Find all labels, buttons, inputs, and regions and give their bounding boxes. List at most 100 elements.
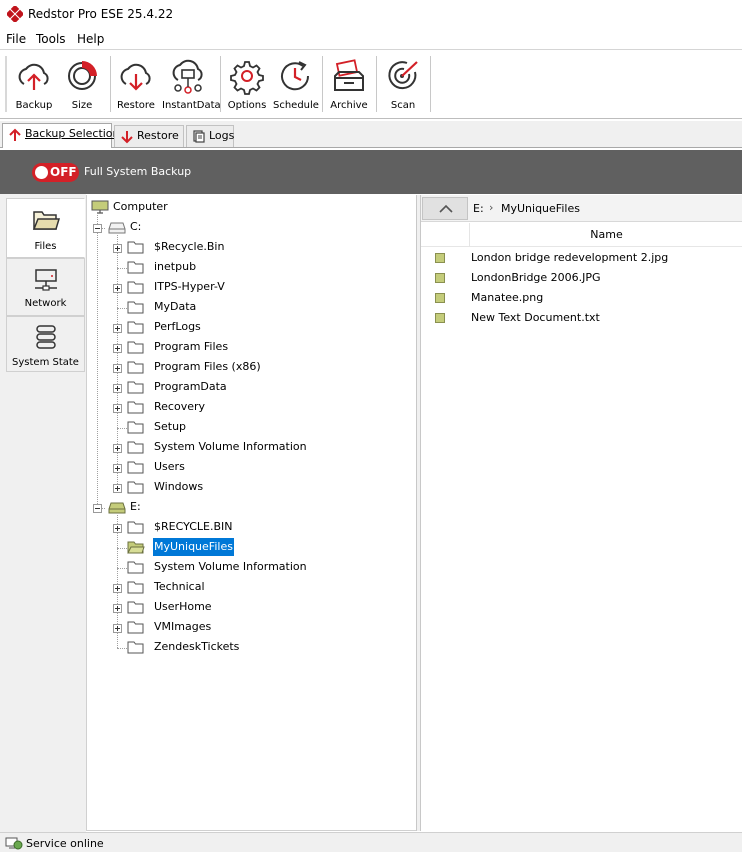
breadcrumb-drive[interactable]: E: xyxy=(473,201,484,216)
file-select-checkbox[interactable] xyxy=(435,273,445,283)
folder-icon xyxy=(127,561,144,574)
tree-node-folder[interactable]: Windows xyxy=(127,478,412,496)
tab-backup-selection[interactable]: Backup Selection xyxy=(2,123,120,148)
tree-node-folder[interactable]: Users xyxy=(127,458,412,476)
tree-node-drive-c[interactable]: C: xyxy=(108,218,188,236)
archive-button[interactable]: Archive xyxy=(327,54,371,116)
tree-node-folder[interactable]: Recovery xyxy=(127,398,412,416)
scan-radar-icon xyxy=(388,61,418,90)
file-row[interactable]: LondonBridge 2006.JPG xyxy=(421,268,742,288)
cloud-download-icon xyxy=(120,63,151,91)
tree-node-folder[interactable]: PerfLogs xyxy=(127,318,412,336)
computer-icon xyxy=(91,200,109,214)
expand-toggle[interactable] xyxy=(113,404,122,413)
folder-icon xyxy=(127,381,144,394)
menu-help[interactable]: Help xyxy=(75,32,106,47)
expand-toggle[interactable] xyxy=(113,324,122,333)
cloud-upload-icon xyxy=(18,63,49,90)
instantdata-button[interactable]: InstantData xyxy=(162,54,221,116)
tree-label: Computer xyxy=(113,200,168,213)
collapse-toggle[interactable] xyxy=(93,224,102,233)
side-item-files[interactable]: Files xyxy=(6,198,85,258)
menu-tools[interactable]: Tools xyxy=(34,32,68,47)
scan-button[interactable]: Scan xyxy=(381,54,425,116)
side-system-state-label: System State xyxy=(12,357,79,368)
tree-node-folder[interactable]: Program Files xyxy=(127,338,412,356)
file-select-checkbox[interactable] xyxy=(435,253,445,263)
side-files-label: Files xyxy=(34,241,57,252)
tree-line xyxy=(97,215,98,508)
tree-node-folder[interactable]: System Volume Information xyxy=(127,558,412,576)
navigate-up-button[interactable] xyxy=(422,197,468,220)
tab-restore[interactable]: Restore xyxy=(114,125,184,147)
chevron-up-icon xyxy=(439,204,453,213)
folder-icon xyxy=(127,361,144,374)
tree-node-folder[interactable]: $RECYCLE.BIN xyxy=(127,518,412,536)
side-item-network[interactable]: Network xyxy=(6,258,85,316)
tree-node-folder[interactable]: ZendeskTickets xyxy=(127,638,412,656)
collapse-toggle[interactable] xyxy=(93,504,102,513)
file-row[interactable]: New Text Document.txt xyxy=(421,308,742,328)
tree-node-folder[interactable]: $Recycle.Bin xyxy=(127,238,412,256)
tree-node-folder[interactable]: MyUniqueFiles xyxy=(127,538,412,556)
tree-label: $Recycle.Bin xyxy=(154,240,225,253)
instantdata-cloud-icon xyxy=(172,59,203,94)
expand-toggle[interactable] xyxy=(113,344,122,353)
header-name-column[interactable]: Name xyxy=(471,223,742,247)
schedule-button[interactable]: Schedule xyxy=(273,54,319,116)
folder-icon xyxy=(127,601,144,614)
drive-icon xyxy=(108,222,126,234)
logs-icon xyxy=(193,130,205,143)
tree-label: Program Files (x86) xyxy=(154,360,261,373)
tree-label: ITPS-Hyper-V xyxy=(154,280,225,293)
tree-node-computer[interactable]: Computer xyxy=(91,198,211,216)
tree-line xyxy=(117,308,127,309)
tree-label: PerfLogs xyxy=(154,320,201,333)
tree-node-drive-e[interactable]: E: xyxy=(108,498,188,516)
side-item-system-state[interactable]: System State xyxy=(6,316,85,372)
size-button[interactable]: Size xyxy=(60,54,104,116)
side-network-label: Network xyxy=(24,298,67,309)
expand-toggle[interactable] xyxy=(113,624,122,633)
folder-icon xyxy=(127,281,144,294)
backup-button[interactable]: Backup xyxy=(11,54,57,116)
tree-node-folder[interactable]: Setup xyxy=(127,418,412,436)
file-name: New Text Document.txt xyxy=(471,311,600,324)
expand-toggle[interactable] xyxy=(113,244,122,253)
full-system-backup-toggle[interactable]: OFF xyxy=(32,163,79,182)
expand-toggle[interactable] xyxy=(113,364,122,373)
folder-icon xyxy=(127,461,144,474)
size-gauge-icon xyxy=(68,61,97,90)
expand-toggle[interactable] xyxy=(113,524,122,533)
options-button[interactable]: Options xyxy=(225,54,269,116)
archive-label: Archive xyxy=(330,100,368,111)
expand-toggle[interactable] xyxy=(113,464,122,473)
breadcrumb-folder[interactable]: MyUniqueFiles xyxy=(501,201,580,216)
file-select-checkbox[interactable] xyxy=(435,293,445,303)
tree-node-folder[interactable]: MyData xyxy=(127,298,412,316)
tree-node-folder[interactable]: VMImages xyxy=(127,618,412,636)
expand-toggle[interactable] xyxy=(113,584,122,593)
expand-toggle[interactable] xyxy=(113,484,122,493)
expand-toggle[interactable] xyxy=(113,444,122,453)
tree-node-folder[interactable]: ProgramData xyxy=(127,378,412,396)
expand-toggle[interactable] xyxy=(113,604,122,613)
toolbar-separator xyxy=(322,56,323,112)
toolbar-separator xyxy=(430,56,431,112)
file-row[interactable]: Manatee.png xyxy=(421,288,742,308)
expand-toggle[interactable] xyxy=(113,284,122,293)
tree-node-folder[interactable]: inetpub xyxy=(127,258,412,276)
expand-toggle[interactable] xyxy=(113,384,122,393)
tree-node-folder[interactable]: Technical xyxy=(127,578,412,596)
header-select-column[interactable] xyxy=(421,223,470,247)
tree-node-folder[interactable]: Program Files (x86) xyxy=(127,358,412,376)
menu-file[interactable]: File xyxy=(4,32,28,47)
restore-button[interactable]: Restore xyxy=(114,54,158,116)
file-select-checkbox[interactable] xyxy=(435,313,445,323)
file-row[interactable]: London bridge redevelopment 2.jpg xyxy=(421,248,742,268)
tree-node-folder[interactable]: ITPS-Hyper-V xyxy=(127,278,412,296)
tree-node-folder[interactable]: System Volume Information xyxy=(127,438,412,456)
tab-logs[interactable]: Logs xyxy=(186,125,234,147)
tree-label: ZendeskTickets xyxy=(154,640,240,653)
tree-node-folder[interactable]: UserHome xyxy=(127,598,412,616)
